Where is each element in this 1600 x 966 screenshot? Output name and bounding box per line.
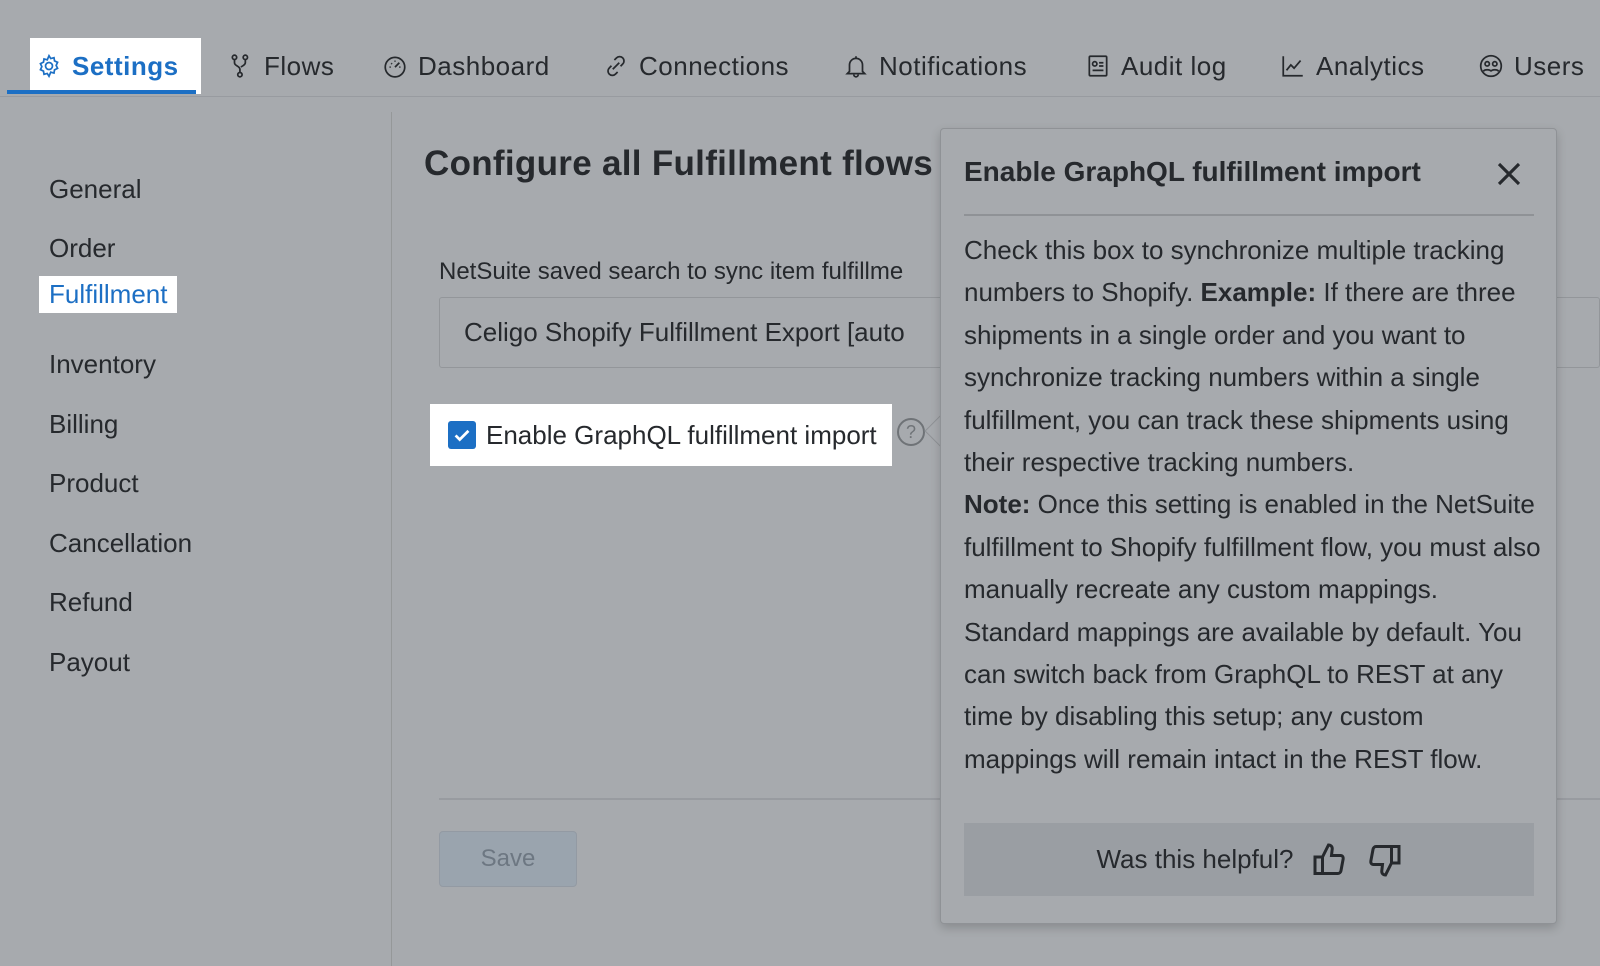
sidebar-item-general[interactable]: General [39,171,152,208]
tab-flows[interactable]: Flows [228,38,334,94]
sidebar-item-refund[interactable]: Refund [39,584,143,621]
thumbs-down-icon [1368,844,1401,877]
tab-label: Connections [639,50,790,81]
popover-divider [964,214,1534,216]
tab-label: Flows [264,50,335,81]
tab-users[interactable]: Users [1478,38,1584,94]
audit-log-icon [1088,55,1108,77]
thumbs-up-button[interactable] [1312,840,1348,880]
popover-text: Once this setting is enabled in the NetS… [964,489,1541,774]
popover-example-label: Example: [1200,277,1317,308]
saved-search-label: NetSuite saved search to sync item fulfi… [439,258,904,285]
thumbs-down-button[interactable] [1366,840,1402,880]
graphql-checkbox[interactable] [448,421,476,449]
feedback-prompt: Was this helpful? [1096,844,1294,874]
gear-icon [39,53,59,79]
chart-line-icon [1282,56,1303,77]
feedback-bar: Was this helpful? [964,823,1534,896]
tab-label: Analytics [1316,50,1425,81]
speedometer-icon [384,56,406,78]
sidebar-item-product[interactable]: Product [39,465,149,502]
sidebar-item-fulfillment[interactable]: Fulfillment [39,276,178,313]
help-popover: Enable GraphQL fulfillment import Check … [940,128,1557,924]
active-tab-indicator [7,90,196,94]
tab-label: Settings [72,50,179,81]
top-nav-tabs: Settings Flows Dashboard Connections Not… [0,0,1600,97]
tab-audit-log[interactable]: Audit log [1085,38,1227,94]
sidebar-item-payout[interactable]: Payout [39,644,140,681]
save-button[interactable]: Save [439,831,577,887]
close-button[interactable] [1494,159,1524,189]
sidebar-item-cancellation[interactable]: Cancellation [39,525,202,562]
graphql-checkbox-label: Enable GraphQL fulfillment import [486,419,877,450]
tab-settings[interactable]: Settings [30,38,201,94]
help-icon[interactable]: ? [897,418,925,446]
tab-notifications[interactable]: Notifications [843,38,1027,94]
bell-icon [845,56,867,78]
tab-label: Notifications [879,50,1028,81]
flow-icon [231,54,249,78]
users-icon [1479,54,1503,78]
tab-label: Audit log [1121,50,1227,81]
thumbs-up-icon [1313,842,1345,875]
popover-note-label: Note: [964,489,1031,520]
saved-search-value: Celigo Shopify Fulfillment Export [auto [464,317,905,347]
link-icon [607,55,625,77]
tab-analytics[interactable]: Analytics [1280,38,1425,94]
checkmark-icon [454,429,470,442]
tab-dashboard[interactable]: Dashboard [382,38,550,94]
close-icon [1497,162,1521,186]
settings-sidebar: General Order Fulfillment Inventory Bill… [8,112,392,966]
page-title: Configure all Fulfillment flows [424,144,934,183]
sidebar-item-billing[interactable]: Billing [39,406,128,443]
graphql-checkbox-row[interactable]: Enable GraphQL fulfillment import [430,404,892,466]
tab-label: Dashboard [418,50,550,81]
popover-title: Enable GraphQL fulfillment import [964,156,1421,187]
tab-label: Users [1514,50,1585,81]
sidebar-item-inventory[interactable]: Inventory [39,346,166,383]
tab-connections[interactable]: Connections [603,38,789,94]
sidebar-item-order[interactable]: Order [39,230,125,267]
popover-body: Check this box to synchronize multiple t… [964,229,1542,795]
